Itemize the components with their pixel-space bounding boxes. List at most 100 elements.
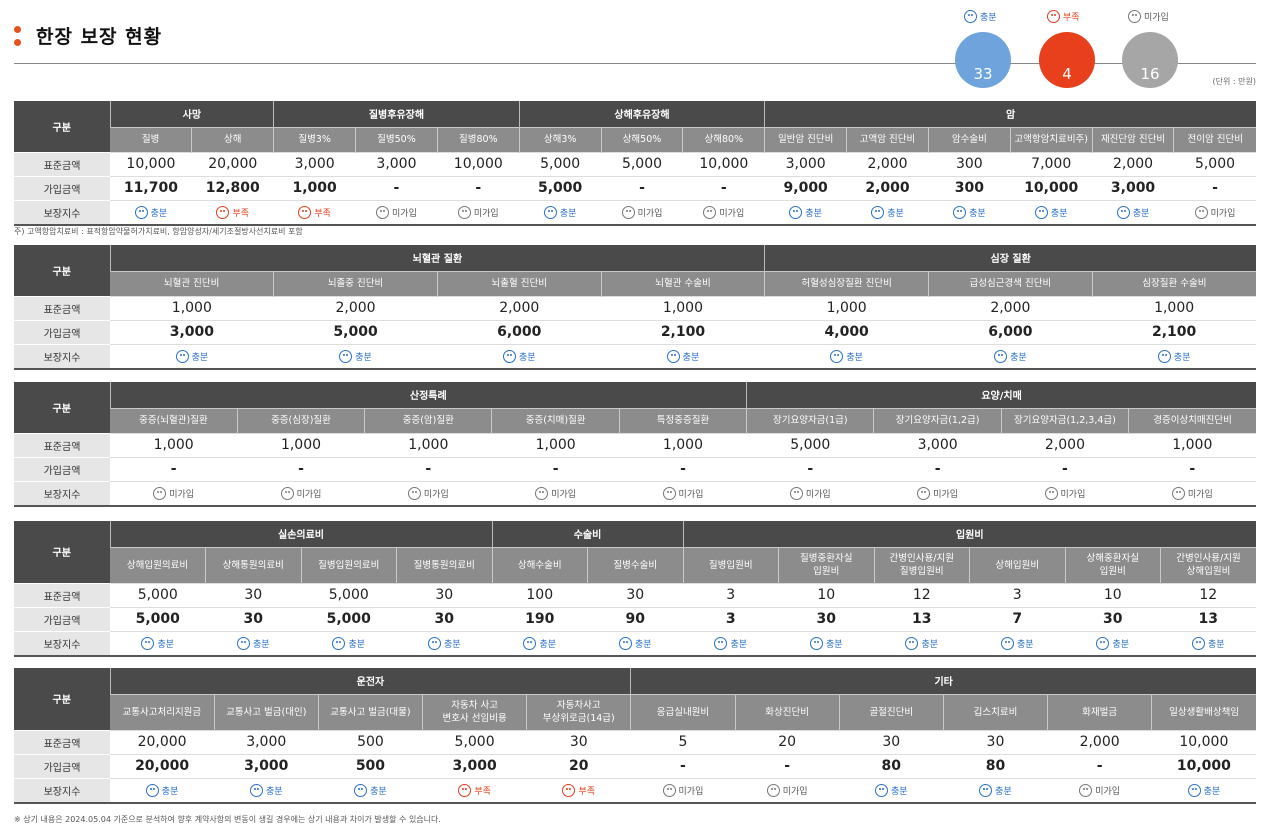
insured-amount: 30: [778, 606, 874, 631]
good-face-icon: [714, 636, 728, 650]
column-header: 전이암 진단비: [1173, 126, 1256, 152]
group-title: 운전자: [109, 668, 631, 694]
standard-amount: 100: [492, 582, 588, 607]
status-indicator: 충분: [502, 349, 536, 363]
status-indicator: 충분: [905, 636, 939, 650]
status-label: 충분: [969, 208, 986, 219]
status-cell: 충분: [846, 199, 929, 224]
status-indicator: 미가입: [280, 486, 321, 500]
column-header: 장기요양자금(1,2,3,4급): [1000, 407, 1129, 433]
standard-amount: 3,000: [214, 729, 319, 754]
column-header: 경증이상치매진단비: [1128, 407, 1256, 433]
group-title: 심장 질환: [764, 245, 1256, 271]
row-label-insured: 가입금액: [14, 606, 110, 631]
column-header: 중증(뇌혈관)질환: [110, 407, 238, 433]
insured-amount: -: [601, 175, 683, 200]
insured-amount: 5,000: [273, 319, 438, 344]
status-label: 충분: [1207, 639, 1225, 650]
status-cell: 충분: [437, 343, 602, 368]
status-indicator: 부족: [216, 205, 249, 219]
none-face-icon: [1079, 783, 1093, 797]
status-label: 미가입: [392, 208, 417, 219]
insured-amount: 190: [492, 606, 588, 631]
column-header: 심장질환 수술비: [1091, 270, 1256, 296]
good-face-icon: [964, 10, 977, 23]
good-face-icon: [134, 205, 148, 219]
standard-amount: 1,000: [491, 432, 620, 457]
standard-amount: 10,000: [437, 151, 520, 176]
good-face-icon: [141, 636, 155, 650]
bad-face-icon: [298, 205, 312, 219]
status-indicator: 미가입: [662, 783, 703, 797]
status-indicator: 미가입: [1079, 783, 1120, 797]
status-cell: 충분: [764, 343, 929, 368]
status-cell: 충분: [601, 343, 765, 368]
status-indicator: 미가입: [407, 486, 449, 500]
group-title: 요양/치매: [746, 382, 1256, 408]
standard-amount: 3: [969, 582, 1065, 607]
standard-amount: 3: [683, 582, 779, 607]
status-indicator: 미가입: [457, 205, 499, 219]
standard-amount: 1,000: [110, 432, 238, 457]
status-cell: 충분: [205, 630, 301, 655]
column-header: 질병50%: [355, 126, 438, 152]
insured-amount: 5,000: [301, 606, 397, 631]
status-label: 충분: [921, 639, 939, 650]
insured-amount: 11,700: [110, 175, 192, 200]
status-cell: 충분: [1092, 199, 1174, 224]
insured-amount: 20: [526, 753, 631, 778]
column-header: 중증(암)질환: [364, 407, 492, 433]
column-header: 중증(치매)질환: [491, 407, 620, 433]
good-face-icon: [1034, 205, 1048, 219]
good-face-icon: [1000, 636, 1014, 650]
status-label: 충분: [1050, 208, 1068, 219]
insured-amount: 12,800: [191, 175, 274, 200]
status-cell: 충분: [683, 630, 779, 655]
group-title: 실손의료비: [109, 521, 492, 547]
status-label: 충분: [846, 352, 863, 363]
insured-amount: -: [355, 175, 438, 200]
none-face-icon: [457, 205, 471, 219]
insured-amount: -: [1128, 456, 1256, 481]
insured-amount: 9,000: [764, 175, 847, 200]
insured-amount: 13: [874, 606, 970, 631]
page-title: 한장 보장 현황: [36, 26, 163, 48]
standard-amount: 5,000: [110, 582, 206, 607]
good-face-icon: [905, 636, 919, 650]
good-face-icon: [543, 205, 557, 219]
standard-amount: 2,000: [273, 295, 438, 320]
standard-amount: 2,000: [1047, 729, 1152, 754]
standard-amount: 500: [318, 729, 423, 754]
status-indicator: 충분: [543, 205, 576, 219]
status-cell: 미가입: [110, 480, 238, 505]
status-cell: 충분: [764, 199, 847, 224]
standard-amount: 2,000: [928, 295, 1093, 320]
good-face-icon: [1116, 205, 1130, 219]
column-header: 뇌혈관 수술비: [600, 270, 765, 296]
good-face-icon: [236, 636, 250, 650]
status-indicator: 미가입: [789, 486, 831, 500]
good-face-icon: [953, 205, 967, 219]
legend-none-label: 미가입: [1144, 13, 1169, 23]
status-cell: 미가입: [491, 480, 620, 505]
column-header: 고액항암치료비주): [1009, 126, 1093, 152]
insured-amount: -: [682, 175, 765, 200]
standard-amount: 300: [928, 151, 1011, 176]
standard-amount: 2,000: [1001, 432, 1129, 457]
insured-amount: 3,000: [110, 319, 274, 344]
standard-amount: 1,000: [601, 295, 765, 320]
none-face-icon: [703, 205, 717, 219]
none-face-icon: [1171, 486, 1185, 500]
insured-amount: 2,000: [846, 175, 929, 200]
legend-none: 미가입: [1128, 10, 1169, 23]
good-face-icon: [1187, 783, 1201, 797]
row-label-insured: 가입금액: [14, 319, 110, 344]
insured-amount: 1,000: [273, 175, 356, 200]
insured-amount: -: [491, 456, 620, 481]
column-header: 급성심근경색 진단비: [928, 270, 1093, 296]
row-label-status: 보장지수: [14, 777, 110, 802]
column-header: 상해입원비: [969, 546, 1065, 583]
status-indicator: 충분: [236, 636, 270, 650]
insured-amount: 6,000: [928, 319, 1093, 344]
status-cell: 부족: [526, 777, 631, 802]
